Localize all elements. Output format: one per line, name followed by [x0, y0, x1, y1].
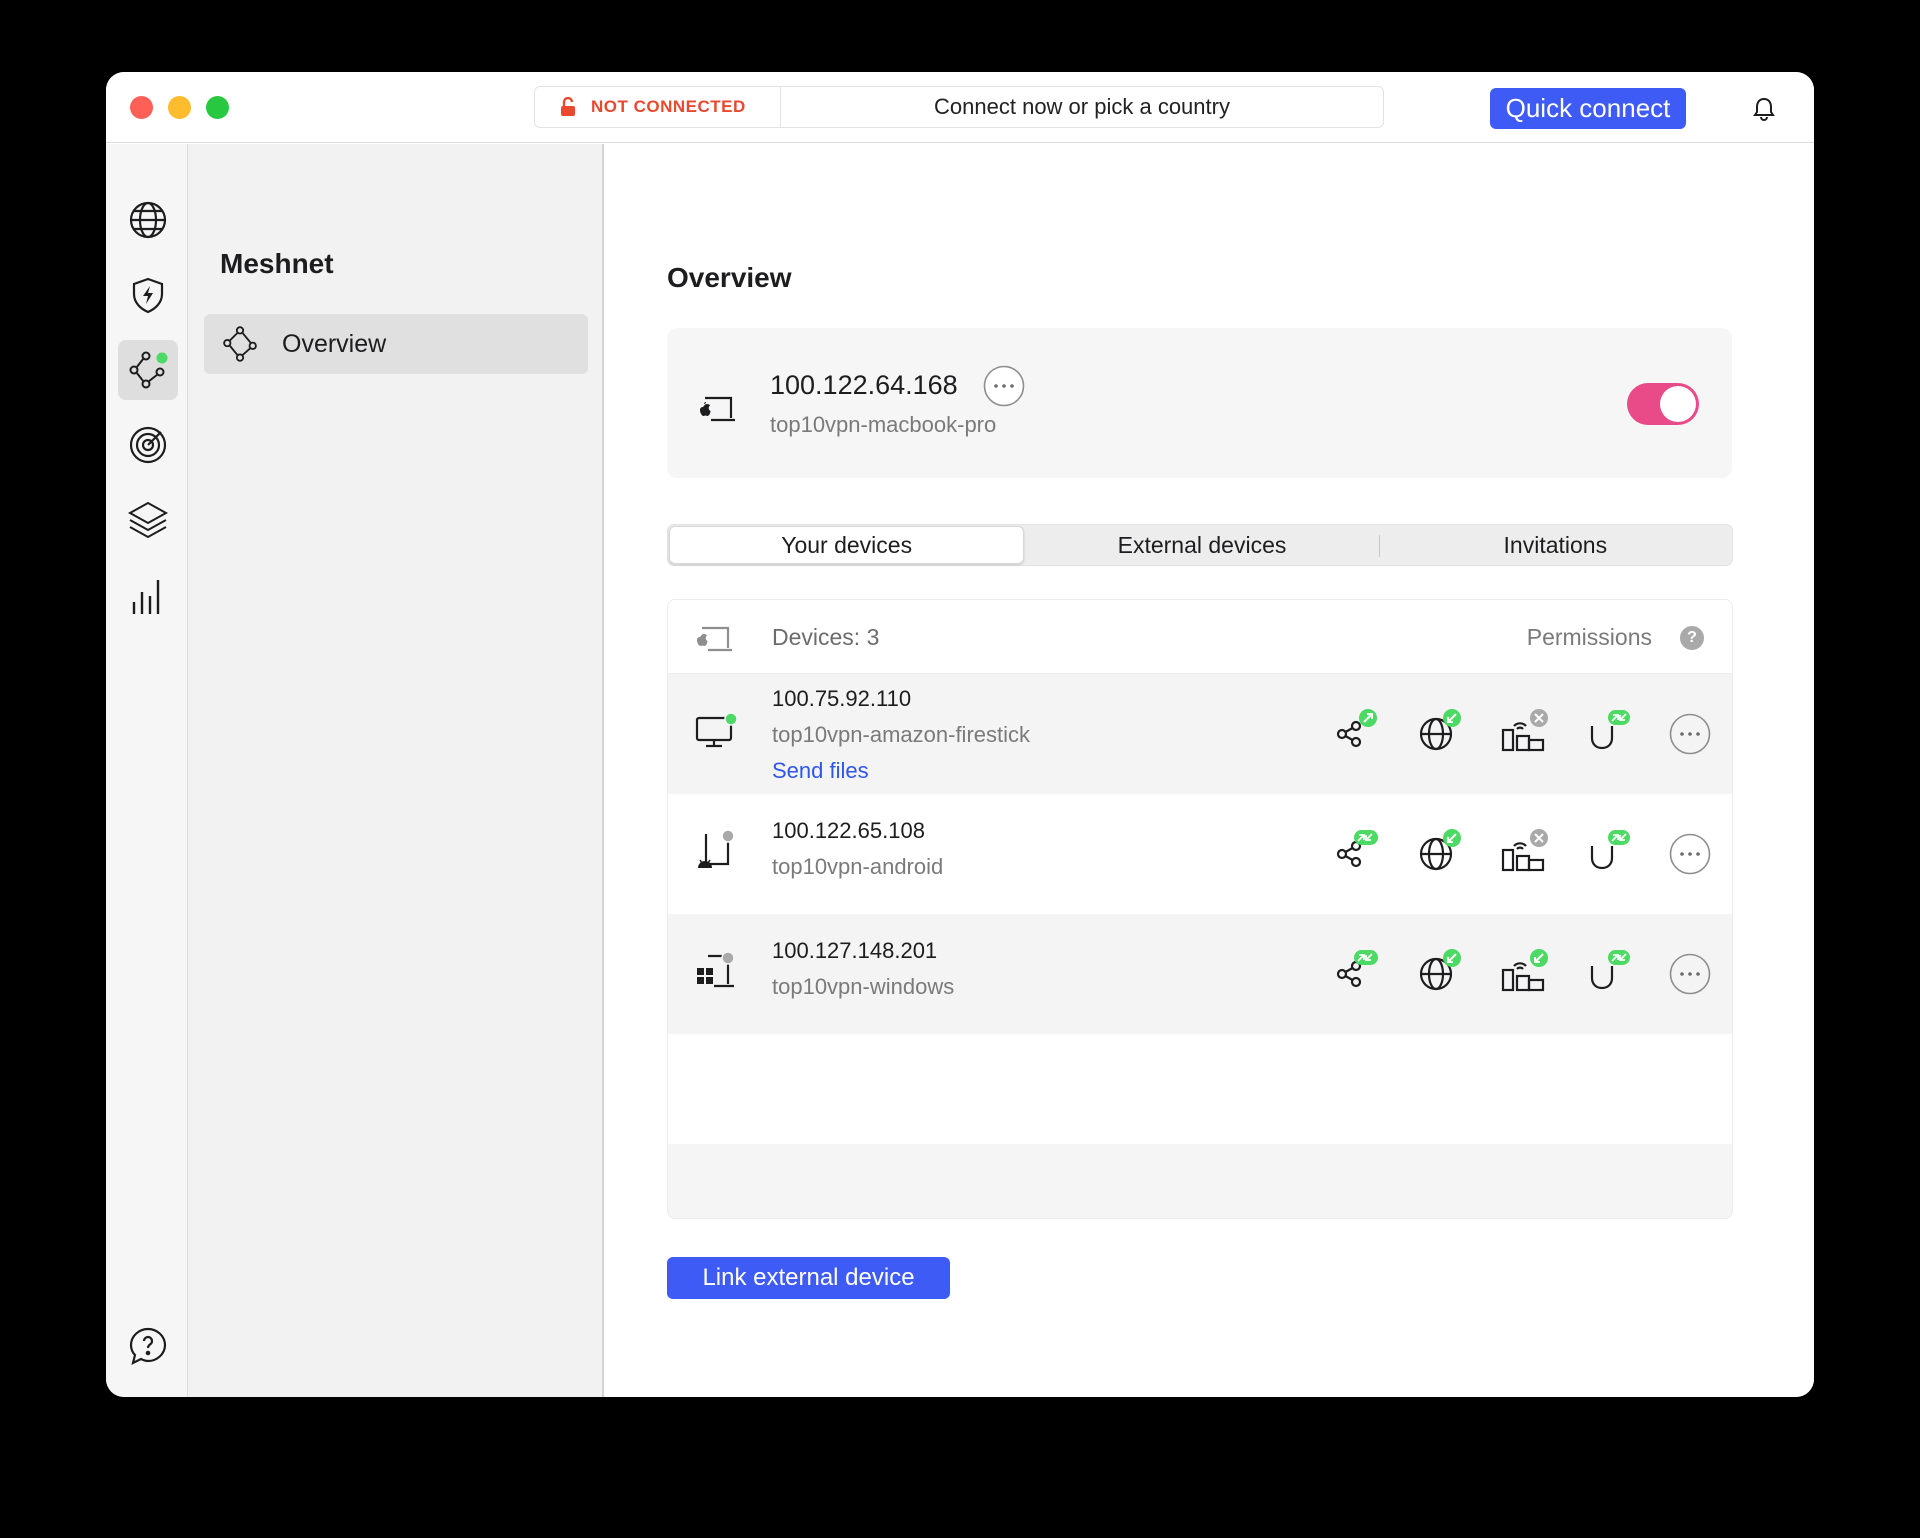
device-row[interactable]: 100.122.65.108 top10vpn-android — [668, 794, 1732, 914]
devices-count: Devices: 3 — [772, 624, 880, 650]
globe-routing-icon[interactable] — [1416, 828, 1466, 878]
country-picker[interactable]: Connect now or pick a country — [781, 94, 1383, 120]
app-window: NOT CONNECTED Connect now or pick a coun… — [106, 72, 1814, 1397]
share-arrow-icon[interactable] — [1332, 708, 1382, 758]
file-sharing-icon[interactable] — [1584, 948, 1634, 998]
rail-item-dark-web-monitor[interactable] — [118, 415, 178, 475]
main-content: Overview 100.122.64.168 top10vpn-macbook… — [604, 144, 1814, 1397]
not-connected-label: NOT CONNECTED — [591, 97, 746, 116]
local-network-icon[interactable] — [1500, 948, 1550, 998]
bell-icon[interactable] — [1752, 96, 1776, 122]
device-row[interactable]: 100.127.148.201 top10vpn-windows — [668, 914, 1732, 1034]
layers-icon — [127, 501, 169, 539]
macbook-icon — [697, 626, 732, 652]
link-external-device-button[interactable]: Link external device — [667, 1257, 950, 1299]
local-network-icon[interactable] — [1500, 828, 1550, 878]
sidebar-item-label: Overview — [282, 329, 387, 358]
windows-icon — [697, 951, 735, 988]
rail-item-statistics[interactable] — [118, 566, 178, 626]
file-sharing-icon[interactable] — [1584, 828, 1634, 878]
this-device-ip: 100.122.64.168 — [770, 370, 958, 400]
zoom-window-button[interactable] — [206, 96, 229, 119]
more-options-icon[interactable] — [1668, 952, 1712, 996]
device-name: top10vpn-windows — [772, 974, 955, 999]
permissions-label: Permissions — [1526, 624, 1652, 650]
more-options-icon[interactable] — [1668, 832, 1712, 876]
sidebar-title: Meshnet — [220, 248, 334, 279]
tab-your-devices[interactable]: Your devices — [669, 526, 1025, 564]
share-arrow-icon[interactable] — [1332, 948, 1382, 998]
device-row[interactable]: 100.75.92.110 top10vpn-amazon-firestick … — [668, 674, 1732, 794]
tv-icon — [695, 712, 738, 748]
rail-item-meshnet[interactable] — [118, 340, 178, 400]
globe-routing-icon[interactable] — [1416, 708, 1466, 758]
meshnet-icon — [129, 351, 168, 389]
device-ip: 100.127.148.201 — [772, 938, 938, 963]
sidebar-item-overview[interactable]: Overview — [204, 314, 588, 374]
navigation-rail — [106, 144, 188, 1397]
local-network-icon[interactable] — [1500, 708, 1550, 758]
section-sidebar: Meshnet Overview — [188, 144, 604, 1397]
device-name: top10vpn-android — [772, 854, 944, 879]
quick-connect-button[interactable]: Quick connect — [1490, 88, 1686, 129]
connection-status-bar: NOT CONNECTED Connect now or pick a coun… — [534, 86, 1384, 128]
meshnet-icon — [223, 326, 257, 362]
rail-item-settings[interactable] — [118, 1392, 178, 1397]
device-ip: 100.122.65.108 — [772, 818, 925, 843]
this-device-name: top10vpn-macbook-pro — [770, 412, 997, 437]
android-icon — [698, 829, 735, 868]
help-icon — [129, 1327, 167, 1366]
rail-item-threat-protection[interactable] — [118, 265, 178, 325]
devices-panel: Devices: 3 Permissions ? 100.75.92.110 t… — [667, 599, 1733, 1219]
device-tabs: Your devices External devices Invitation… — [667, 524, 1733, 566]
tab-external-devices[interactable]: External devices — [1025, 525, 1378, 565]
title-bar: NOT CONNECTED Connect now or pick a coun… — [106, 72, 1814, 143]
devices-header: Devices: 3 Permissions ? — [668, 600, 1732, 674]
target-icon — [129, 426, 167, 464]
more-options-icon[interactable] — [1668, 712, 1712, 756]
unlocked-padlock-icon — [561, 97, 575, 116]
tab-invitations[interactable]: Invitations — [1378, 525, 1732, 565]
rail-item-specialty-servers[interactable] — [118, 490, 178, 550]
close-window-button[interactable] — [130, 96, 153, 119]
rail-item-countries[interactable] — [118, 190, 178, 250]
file-sharing-icon[interactable] — [1584, 708, 1634, 758]
device-ip: 100.75.92.110 — [772, 686, 912, 711]
minimize-window-button[interactable] — [168, 96, 191, 119]
device-name: top10vpn-amazon-firestick — [772, 722, 1031, 747]
meshnet-toggle[interactable] — [1627, 383, 1699, 425]
globe-icon — [129, 201, 167, 239]
send-files-link[interactable]: Send files — [772, 758, 869, 784]
more-options-icon[interactable] — [982, 364, 1026, 408]
macbook-icon — [700, 396, 735, 422]
page-title: Overview — [667, 262, 792, 293]
this-device-card: 100.122.64.168 top10vpn-macbook-pro — [667, 328, 1732, 478]
permissions-help-icon[interactable]: ? — [1680, 626, 1704, 650]
rail-item-help[interactable] — [118, 1316, 178, 1376]
devices-list-empty-space — [668, 1034, 1732, 1144]
shield-bolt-icon — [132, 277, 164, 314]
stats-icon — [132, 580, 160, 614]
globe-routing-icon[interactable] — [1416, 948, 1466, 998]
share-arrow-icon[interactable] — [1332, 828, 1382, 878]
connection-status: NOT CONNECTED — [535, 87, 781, 127]
